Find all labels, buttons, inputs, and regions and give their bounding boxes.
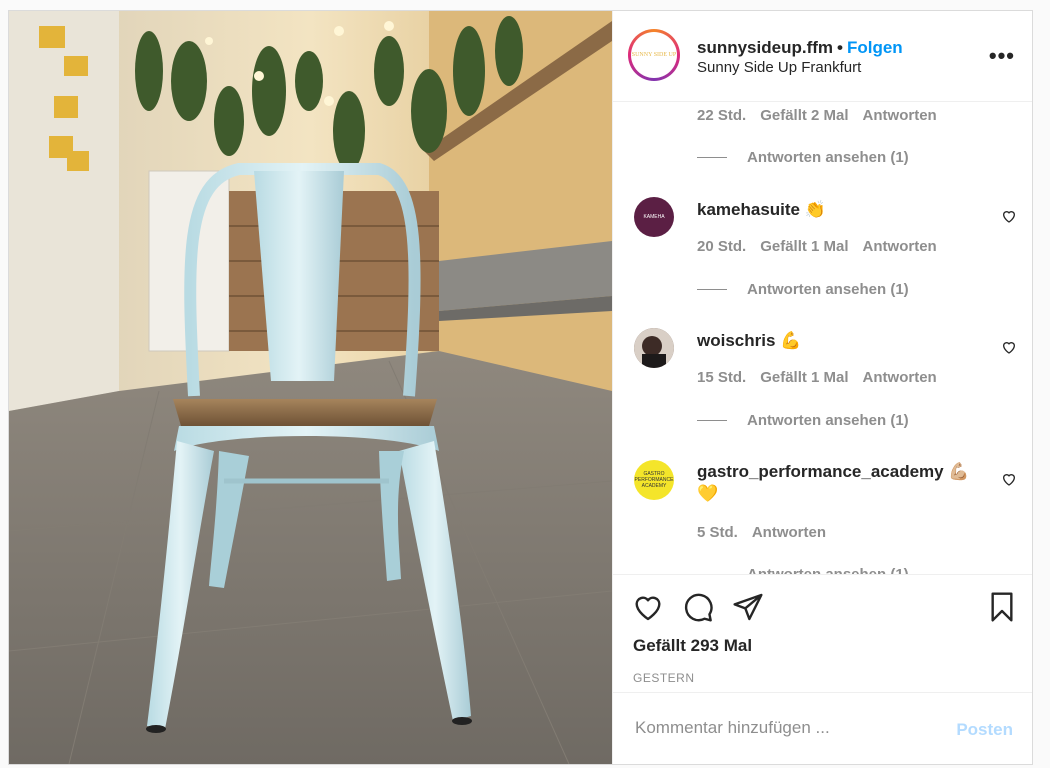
avatar-logo-text: KAMEHA xyxy=(643,214,665,220)
heart-icon[interactable] xyxy=(1001,471,1017,487)
view-replies-button[interactable]: Antworten ansehen (1) xyxy=(697,412,909,429)
bookmark-icon[interactable] xyxy=(986,591,1018,623)
comment-time: 15 Std. xyxy=(697,369,747,386)
comment-meta: 22 Std. Gefällt 2 Mal Antworten xyxy=(697,107,951,124)
replies-divider xyxy=(697,289,727,290)
comment-reply-button[interactable]: Antworten xyxy=(863,107,937,124)
chair-photo xyxy=(9,11,612,764)
comment-reply-button[interactable]: Antworten xyxy=(863,238,937,255)
post-date[interactable]: GESTERN xyxy=(633,671,695,685)
comment-meta: 15 Std. Gefällt 1 Mal Antworten xyxy=(697,369,951,386)
comment-username[interactable]: woischris xyxy=(697,331,775,350)
replies-divider xyxy=(697,157,727,158)
post-side-panel: SUNNY SIDE UP sunnysideup.ffm • Folgen Sun… xyxy=(612,11,1032,764)
likes-count[interactable]: Gefällt 293 Mal xyxy=(633,636,752,656)
comment-emoji: 👏 xyxy=(804,200,826,219)
replies-divider xyxy=(697,420,727,421)
comment-meta: 5 Std. Antworten xyxy=(697,524,840,541)
header-username[interactable]: sunnysideup.ffm xyxy=(697,38,833,57)
comment-likes[interactable]: Gefällt 1 Mal xyxy=(760,369,848,386)
header-username-line: sunnysideup.ffm • Folgen xyxy=(697,38,903,58)
comment-username[interactable]: kamehasuite xyxy=(697,200,800,219)
avatar-photo xyxy=(634,328,674,368)
heart-icon[interactable] xyxy=(1001,339,1017,355)
comments-list[interactable]: 22 Std. Gefällt 2 Mal Antworten Antworten … xyxy=(613,101,1032,574)
more-icon[interactable]: ••• xyxy=(989,43,1015,69)
heart-icon[interactable] xyxy=(632,591,664,623)
view-replies-button[interactable]: Antworten ansehen (1) xyxy=(697,149,909,166)
header-location[interactable]: Sunny Side Up Frankfurt xyxy=(697,59,861,76)
comment-time: 22 Std. xyxy=(697,107,747,124)
comment-reply-button[interactable]: Antworten xyxy=(863,369,937,386)
share-icon[interactable] xyxy=(732,591,764,623)
profile-avatar-image: SUNNY SIDE UP xyxy=(631,32,677,78)
view-replies-button[interactable]: Antworten ansehen (1) xyxy=(697,566,909,574)
heart-icon[interactable] xyxy=(1001,208,1017,224)
post-image[interactable] xyxy=(9,11,612,764)
comment-input[interactable] xyxy=(633,717,937,739)
comment-likes[interactable]: Gefällt 1 Mal xyxy=(760,238,848,255)
profile-avatar[interactable]: SUNNY SIDE UP xyxy=(628,29,680,81)
view-replies-button[interactable]: Antworten ansehen (1) xyxy=(697,281,909,298)
comment-time: 5 Std. xyxy=(697,524,738,541)
comment-emoji: 💪 xyxy=(780,331,802,350)
avatar[interactable]: GASTRO PERFORMANCE ACADEMY xyxy=(634,460,674,500)
add-comment-bar: Posten xyxy=(613,692,1032,764)
post-dialog: SUNNY SIDE UP sunnysideup.ffm • Folgen Sun… xyxy=(8,10,1033,765)
avatar-logo-text: GASTRO PERFORMANCE ACADEMY xyxy=(634,471,674,489)
view-replies-label: Antworten ansehen (1) xyxy=(747,566,909,574)
comment-meta: 20 Std. Gefällt 1 Mal Antworten xyxy=(697,238,951,255)
comment-icon[interactable] xyxy=(682,591,714,623)
comment-text: woischris 💪 xyxy=(697,330,987,352)
avatar[interactable] xyxy=(634,328,674,368)
header-separator: • xyxy=(837,38,843,57)
view-replies-label: Antworten ansehen (1) xyxy=(747,412,909,429)
follow-button[interactable]: Folgen xyxy=(847,38,903,57)
view-replies-label: Antworten ansehen (1) xyxy=(747,149,909,166)
post-actions: Gefällt 293 Mal GESTERN xyxy=(613,574,1032,693)
comment-username[interactable]: gastro_performance_academy xyxy=(697,462,944,481)
comment-text: gastro_performance_academy 💪🏼💛 xyxy=(697,461,987,505)
view-replies-label: Antworten ansehen (1) xyxy=(747,281,909,298)
avatar[interactable]: KAMEHA xyxy=(634,197,674,237)
comment-likes[interactable]: Gefällt 2 Mal xyxy=(760,107,848,124)
post-header: SUNNY SIDE UP sunnysideup.ffm • Folgen Sun… xyxy=(613,11,1032,102)
post-button[interactable]: Posten xyxy=(956,720,1013,740)
comment-reply-button[interactable]: Antworten xyxy=(752,524,826,541)
comment-text: kamehasuite 👏 xyxy=(697,199,987,221)
comment-time: 20 Std. xyxy=(697,238,747,255)
